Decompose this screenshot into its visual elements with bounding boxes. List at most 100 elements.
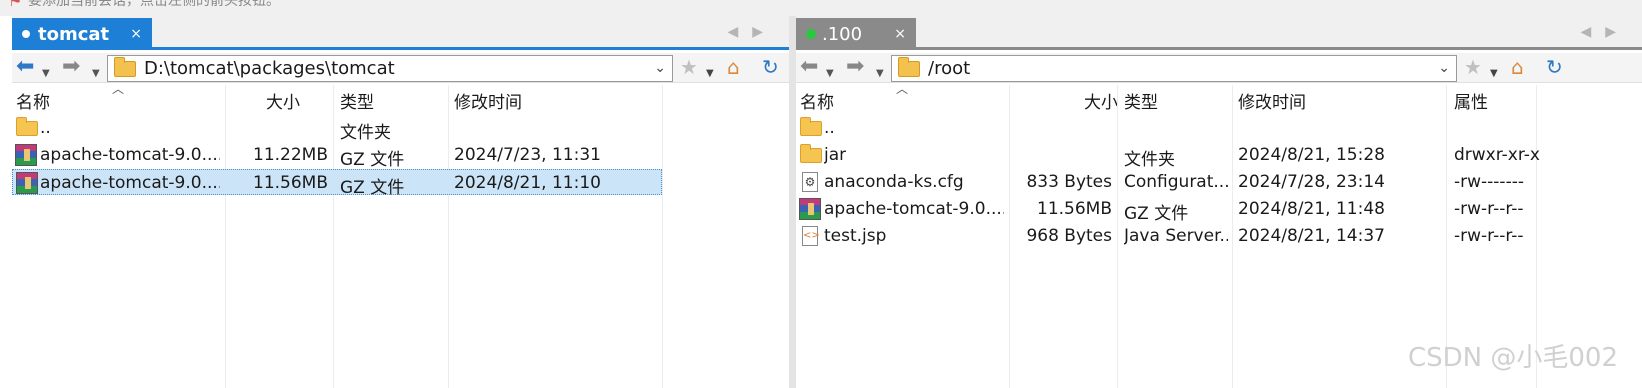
file-attributes: -rw------- xyxy=(1454,172,1524,192)
session-hint: ⚑ 要添加当前会话，点击左侧的箭头按钮。 xyxy=(0,0,800,14)
file-modified: 2024/8/21, 11:10 xyxy=(454,173,601,193)
star-icon[interactable]: ★ xyxy=(1464,57,1482,77)
star-icon[interactable]: ★ xyxy=(680,57,698,77)
bookmark-dropdown-icon[interactable]: ▼ xyxy=(706,64,714,84)
file-size: 11.56MB xyxy=(1037,199,1112,219)
file-row[interactable]: apache-tomcat-9.0.... 11.22MB GZ 文件 2024… xyxy=(12,142,662,170)
file-type: 文件夹 xyxy=(340,123,391,143)
refresh-icon[interactable]: ↻ xyxy=(762,57,779,77)
file-row[interactable]: <> test.jsp 968 Bytes Java Server... 202… xyxy=(796,223,1616,249)
file-name: jar xyxy=(824,145,847,165)
pane-splitter[interactable] xyxy=(789,16,796,388)
folder-icon xyxy=(898,56,920,77)
local-path-input[interactable]: D:\tomcat\packages\tomcat ⌄ xyxy=(107,55,673,82)
sort-ascending-icon: ︿ xyxy=(896,82,909,96)
archive-icon xyxy=(799,198,821,220)
close-tab-button[interactable]: × xyxy=(894,26,906,42)
bookmark-dropdown-icon[interactable]: ▼ xyxy=(1490,64,1498,84)
folder-icon xyxy=(800,117,822,136)
file-name: test.jsp xyxy=(824,226,887,246)
home-icon[interactable]: ⌂ xyxy=(727,57,740,77)
archive-icon xyxy=(15,144,37,166)
local-column-headers: 名称 ︿ 大小 类型 修改时间 xyxy=(12,82,789,113)
col-name[interactable]: 名称 xyxy=(16,88,50,113)
file-row[interactable]: .. 文件夹 xyxy=(12,115,662,143)
file-modified: 2024/7/23, 11:31 xyxy=(454,145,601,165)
file-name: apache-tomcat-9.0.... xyxy=(40,173,220,193)
left-strip xyxy=(0,16,12,388)
col-name[interactable]: 名称 xyxy=(800,88,834,113)
column-divider xyxy=(662,85,663,388)
tab-label: tomcat xyxy=(38,23,110,45)
folder-icon xyxy=(800,144,822,163)
file-name: apache-tomcat-9.0.... xyxy=(824,199,1004,219)
file-type: Configurat... xyxy=(1124,172,1228,192)
folder-icon xyxy=(16,117,38,136)
tab-label: .100 xyxy=(822,23,863,45)
file-attributes: drwxr-xr-x xyxy=(1454,145,1540,165)
file-modified: 2024/8/21, 14:37 xyxy=(1238,226,1385,246)
col-type[interactable]: 类型 xyxy=(1124,88,1158,113)
file-name: .. xyxy=(40,118,51,138)
file-attributes: -rw-r--r-- xyxy=(1454,199,1524,219)
tab-scroll-arrows[interactable]: ◀▶ xyxy=(727,24,777,40)
file-type: 文件夹 xyxy=(1124,150,1175,170)
remote-tabbar: .100 × ◀▶ xyxy=(796,16,1642,50)
refresh-icon[interactable]: ↻ xyxy=(1546,57,1563,77)
forward-arrow-icon[interactable]: ➡ xyxy=(62,56,80,78)
file-type: GZ 文件 xyxy=(340,178,405,198)
remote-column-headers: 名称 ︿ 大小 类型 修改时间 属性 xyxy=(796,82,1642,113)
file-row-selected[interactable]: apache-tomcat-9.0.... 11.56MB GZ 文件 2024… xyxy=(12,169,662,198)
session-dot-icon xyxy=(22,30,30,38)
file-modified: 2024/8/21, 15:28 xyxy=(1238,145,1385,165)
file-modified: 2024/8/21, 11:48 xyxy=(1238,199,1385,219)
home-icon[interactable]: ⌂ xyxy=(1511,57,1524,77)
close-tab-button[interactable]: × xyxy=(130,26,142,42)
local-tabbar: tomcat × ◀▶ xyxy=(12,16,789,50)
remote-pane: .100 × ◀▶ ⬅ ▼ ➡ ▼ /root ⌄ ★ ▼ ⌂ ↻ 名称 ︿ 大… xyxy=(796,16,1642,388)
jsp-file-icon: <> xyxy=(802,226,820,246)
forward-dropdown-icon[interactable]: ▼ xyxy=(92,63,100,85)
col-modified[interactable]: 修改时间 xyxy=(1238,88,1306,113)
local-toolbar: ⬅ ▼ ➡ ▼ D:\tomcat\packages\tomcat ⌄ ★ ▼ … xyxy=(12,53,789,83)
file-type: GZ 文件 xyxy=(340,150,405,170)
back-dropdown-icon[interactable]: ▼ xyxy=(42,63,50,85)
col-type[interactable]: 类型 xyxy=(340,88,374,113)
archive-icon xyxy=(16,172,38,194)
back-arrow-icon[interactable]: ⬅ xyxy=(800,56,818,78)
tab-scroll-arrows[interactable]: ◀▶ xyxy=(1580,24,1630,40)
flag-icon: ⚑ xyxy=(8,0,23,10)
file-name: .. xyxy=(824,118,835,138)
file-row[interactable]: .. xyxy=(796,115,1616,141)
file-size: 11.56MB xyxy=(253,173,328,193)
col-modified[interactable]: 修改时间 xyxy=(454,88,522,113)
file-type: Java Server... xyxy=(1124,226,1228,246)
local-path-text: D:\tomcat\packages\tomcat xyxy=(144,58,395,79)
watermark: CSDN @小毛002 xyxy=(1407,343,1618,373)
back-dropdown-icon[interactable]: ▼ xyxy=(826,63,834,85)
col-size[interactable]: 大小 xyxy=(266,88,300,113)
back-arrow-icon[interactable]: ⬅ xyxy=(16,56,34,78)
col-attributes[interactable]: 属性 xyxy=(1454,88,1488,113)
chevron-down-icon[interactable]: ⌄ xyxy=(654,60,666,76)
config-file-icon: ⚙ xyxy=(802,172,818,192)
file-row[interactable]: ⚙ anaconda-ks.cfg 833 Bytes Configurat..… xyxy=(796,169,1616,195)
tab-remote-100[interactable]: .100 × xyxy=(796,18,916,50)
col-size[interactable]: 大小 xyxy=(1084,88,1118,113)
file-name: anaconda-ks.cfg xyxy=(824,172,964,192)
tab-tomcat[interactable]: tomcat × xyxy=(12,18,152,50)
remote-toolbar: ⬅ ▼ ➡ ▼ /root ⌄ ★ ▼ ⌂ ↻ xyxy=(796,53,1642,83)
chevron-down-icon[interactable]: ⌄ xyxy=(1438,60,1450,76)
local-pane: tomcat × ◀▶ ⬅ ▼ ➡ ▼ D:\tomcat\packages\t… xyxy=(12,16,789,388)
forward-dropdown-icon[interactable]: ▼ xyxy=(876,63,884,85)
remote-path-text: /root xyxy=(928,58,971,79)
folder-icon xyxy=(114,56,136,77)
file-row[interactable]: apache-tomcat-9.0.... 11.56MB GZ 文件 2024… xyxy=(796,196,1616,224)
forward-arrow-icon[interactable]: ➡ xyxy=(846,56,864,78)
connected-dot-icon xyxy=(806,29,816,39)
remote-path-input[interactable]: /root ⌄ xyxy=(891,55,1457,82)
sort-ascending-icon: ︿ xyxy=(112,82,125,96)
file-type: GZ 文件 xyxy=(1124,204,1189,224)
file-name: apache-tomcat-9.0.... xyxy=(40,145,220,165)
file-row[interactable]: jar 文件夹 2024/8/21, 15:28 drwxr-xr-x xyxy=(796,142,1616,170)
